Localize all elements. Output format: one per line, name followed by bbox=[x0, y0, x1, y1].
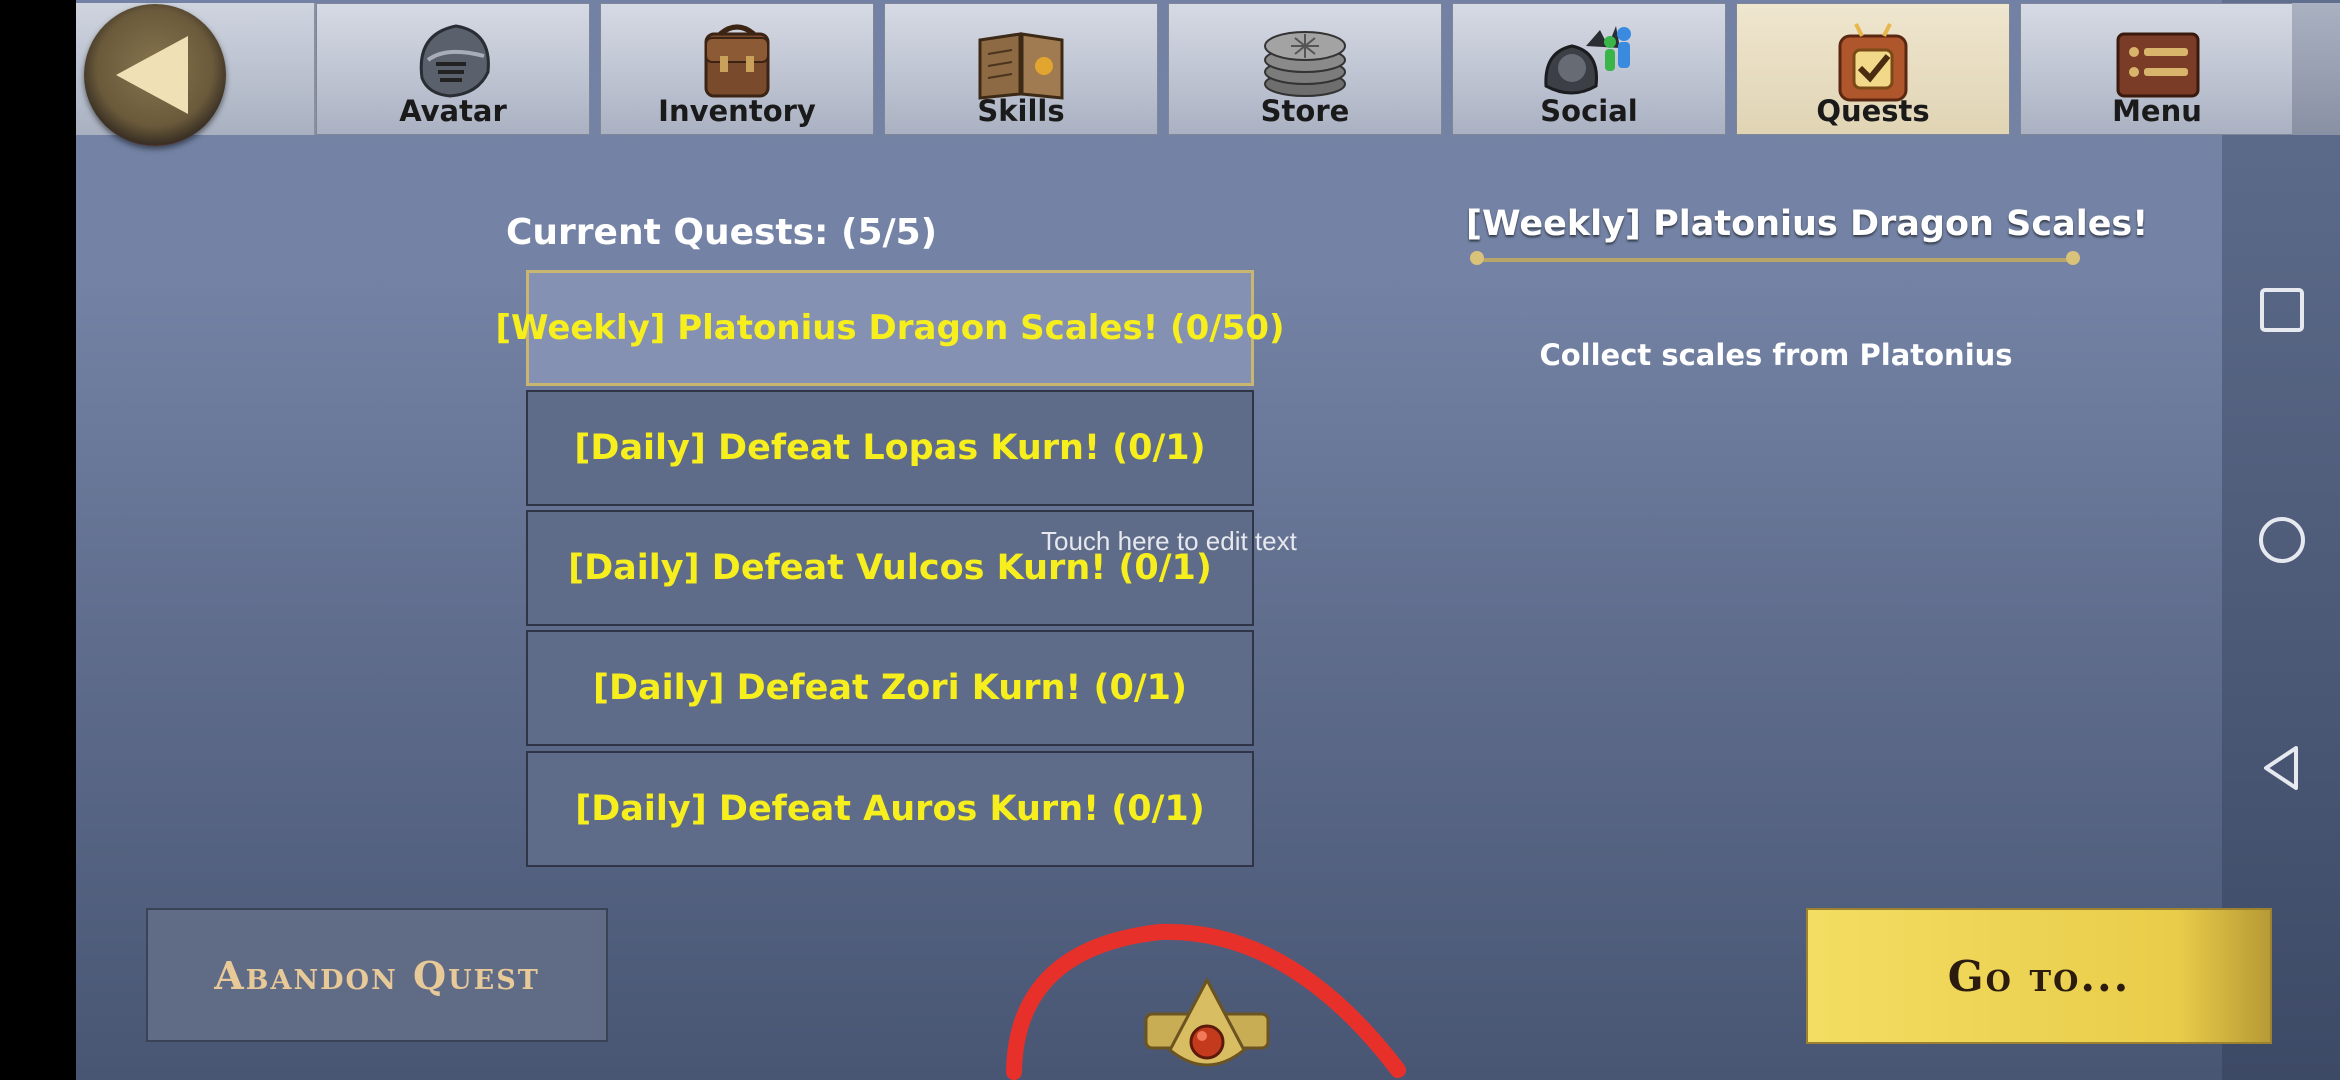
tab-quests[interactable]: Quests bbox=[1736, 3, 2010, 135]
coins-icon bbox=[1264, 31, 1346, 97]
quest-item-label: [Weekly] Platonius Dragon Scales! (0/50) bbox=[495, 308, 1285, 348]
go-to-label: Go to... bbox=[1947, 951, 2131, 1001]
recents-square-icon[interactable] bbox=[2252, 280, 2312, 340]
go-to-button[interactable]: Go to... bbox=[1806, 908, 2272, 1044]
tab-menu[interactable]: Menu bbox=[2020, 3, 2294, 135]
quest-item-label: [Daily] Defeat Zori Kurn! (0/1) bbox=[592, 668, 1188, 708]
menu-list-icon bbox=[2116, 32, 2200, 98]
backpack-icon bbox=[704, 24, 770, 98]
tab-label: Avatar bbox=[399, 94, 507, 128]
tab-bar: Avatar Inventory Skills Store Social Que… bbox=[76, 0, 2340, 146]
tab-label: Social bbox=[1540, 94, 1638, 128]
divider-knob bbox=[2066, 251, 2080, 265]
edit-text-hint[interactable]: Touch here to edit text bbox=[1041, 526, 1297, 557]
tab-label: Quests bbox=[1816, 94, 1930, 128]
tab-label: Menu bbox=[2112, 94, 2202, 128]
back-arrow-icon bbox=[116, 36, 188, 114]
back-triangle-icon[interactable] bbox=[2252, 738, 2312, 798]
quest-detail-description: Collect scales from Platonius bbox=[1539, 338, 2013, 372]
tab-store[interactable]: Store bbox=[1168, 3, 1442, 135]
back-button[interactable] bbox=[84, 4, 226, 146]
social-people-icon bbox=[1544, 26, 1631, 95]
quest-item-label: [Daily] Defeat Auros Kurn! (0/1) bbox=[575, 789, 1205, 829]
quest-item-weekly-platonius[interactable]: [Weekly] Platonius Dragon Scales! (0/50) bbox=[495, 270, 1285, 386]
abandon-quest-button[interactable]: Abandon Quest bbox=[146, 908, 608, 1042]
quest-board-icon bbox=[1838, 23, 1908, 102]
detail-divider bbox=[1470, 251, 2080, 265]
quest-item-auros[interactable]: [Daily] Defeat Auros Kurn! (0/1) bbox=[526, 751, 1254, 867]
tab-skills[interactable]: Skills bbox=[884, 3, 1158, 135]
spellbook-icon bbox=[978, 32, 1064, 100]
tab-bar-end bbox=[2292, 3, 2340, 135]
emblem-icon[interactable] bbox=[1142, 978, 1272, 1080]
quest-item-zori[interactable]: [Daily] Defeat Zori Kurn! (0/1) bbox=[526, 630, 1254, 746]
tab-label: Inventory bbox=[658, 94, 816, 128]
tab-inventory[interactable]: Inventory bbox=[600, 3, 874, 135]
home-circle-icon[interactable] bbox=[2252, 510, 2312, 570]
current-quests-title: Current Quests: (5/5) bbox=[506, 212, 938, 253]
tab-label: Store bbox=[1260, 94, 1350, 128]
abandon-quest-label: Abandon Quest bbox=[214, 952, 540, 998]
divider-knob bbox=[1470, 251, 1484, 265]
tab-social[interactable]: Social bbox=[1452, 3, 1726, 135]
tab-label: Skills bbox=[977, 94, 1065, 128]
tab-avatar[interactable]: Avatar bbox=[316, 3, 590, 135]
quest-detail-title: [Weekly] Platonius Dragon Scales! bbox=[1466, 204, 2149, 244]
quest-item-lopas[interactable]: [Daily] Defeat Lopas Kurn! (0/1) bbox=[526, 390, 1254, 506]
helmet-icon bbox=[419, 24, 490, 98]
quest-item-label: [Daily] Defeat Lopas Kurn! (0/1) bbox=[574, 428, 1206, 468]
